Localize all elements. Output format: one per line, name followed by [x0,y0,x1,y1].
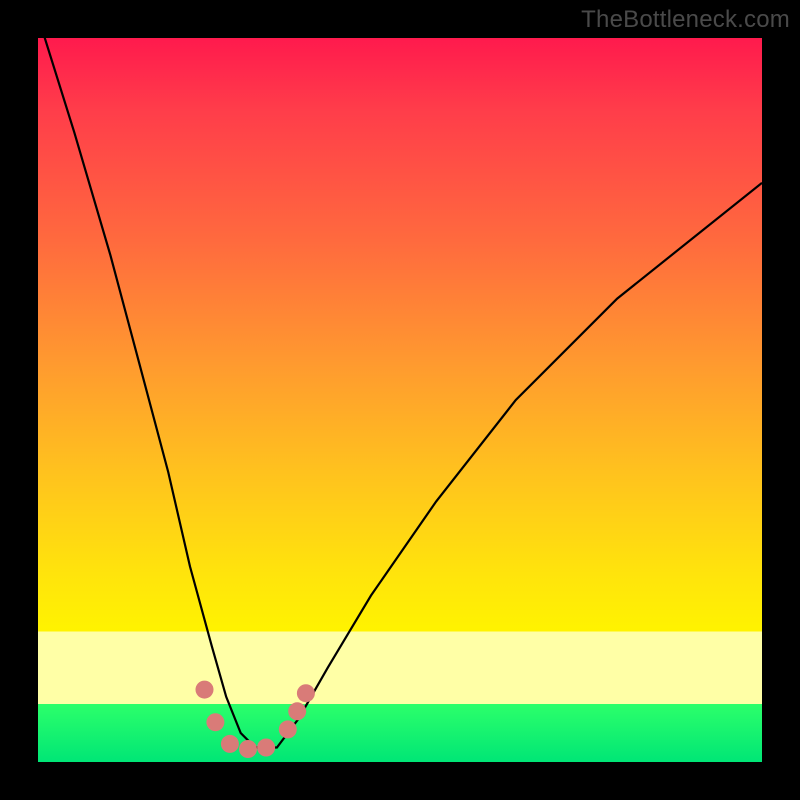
curve-marker [221,735,239,753]
curve-marker [279,720,297,738]
marker-group [196,681,315,758]
curve-marker [206,713,224,731]
curve-layer [38,38,762,762]
curve-marker [239,740,257,758]
watermark-text: TheBottleneck.com [581,6,790,34]
curve-marker [196,681,214,699]
curve-marker [288,702,306,720]
curve-marker [257,739,275,757]
chart-frame: TheBottleneck.com [0,0,800,800]
bottleneck-curve [38,38,762,748]
plot-area [38,38,762,762]
curve-marker [297,684,315,702]
